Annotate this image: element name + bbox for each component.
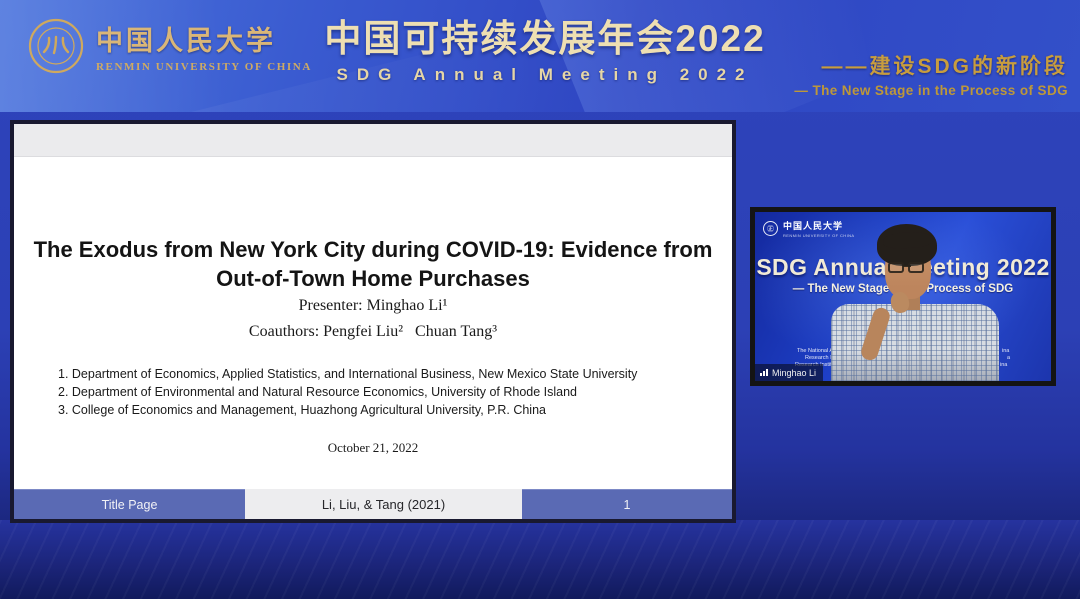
speaker-video-panel: ㊣ 中国人民大学 RENMIN UNIVERSITY OF CHINA SDG … [750,207,1056,386]
affiliation-list: 1. Department of Economics, Applied Stat… [58,365,698,419]
ruc-seal-icon [28,18,84,74]
event-tagline-cn: ——建设SDG的新阶段 [794,50,1068,80]
event-tagline-en: — The New Stage in the Process of SDG [794,83,1068,98]
participant-name-tag: Minghao Li [755,364,823,381]
speaker-video-content: ㊣ 中国人民大学 RENMIN UNIVERSITY OF CHINA SDG … [755,212,1051,381]
bottom-background [0,520,1080,599]
footer-page-number: 1 [522,489,732,519]
slide-date: October 21, 2022 [14,440,732,456]
presenter-line: Presenter: Minghao Li¹ [14,297,732,315]
affiliation-item: 1. Department of Economics, Applied Stat… [58,365,698,383]
participant-name: Minghao Li [772,368,816,378]
footer-section-label: Title Page [14,489,245,519]
university-name-en: RENMIN UNIVERSITY OF CHINA [96,61,312,73]
event-tagline: ——建设SDG的新阶段 — The New Stage in the Proce… [794,50,1068,98]
slide-footer: Title Page Li, Liu, & Tang (2021) 1 [14,489,732,519]
coauthors-line: Coauthors: Pengfei Liu² Chuan Tang³ [14,323,732,341]
affiliation-item: 2. Department of Environmental and Natur… [58,383,698,401]
slide-top-band [14,124,732,157]
livestream-frame: 中国人民大学 RENMIN UNIVERSITY OF CHINA 中国可持续发… [0,0,1080,599]
glasses-icon [888,262,924,273]
university-name-cn: 中国人民大学 [96,19,312,58]
signal-bars-icon [760,369,768,376]
affiliation-item: 3. College of Economics and Management, … [58,401,698,419]
footer-citation: Li, Liu, & Tang (2021) [245,489,522,519]
event-title-cn: 中国可持续发展年会2022 [295,8,795,62]
event-title-en: SDG Annual Meeting 2022 [295,65,795,85]
presenter-figure [755,212,1051,381]
slide-title: The Exodus from New York City during COV… [14,235,732,293]
presentation-slide: The Exodus from New York City during COV… [10,120,736,523]
slide-title-line2: Out-of-Town Home Purchases [14,264,732,293]
event-banner: 中国人民大学 RENMIN UNIVERSITY OF CHINA 中国可持续发… [0,0,1080,112]
slide-title-line1: The Exodus from New York City during COV… [14,235,732,264]
presenter-shirt [831,304,999,381]
university-logo: 中国人民大学 RENMIN UNIVERSITY OF CHINA [28,18,312,74]
event-title: 中国可持续发展年会2022 SDG Annual Meeting 2022 [295,8,795,85]
